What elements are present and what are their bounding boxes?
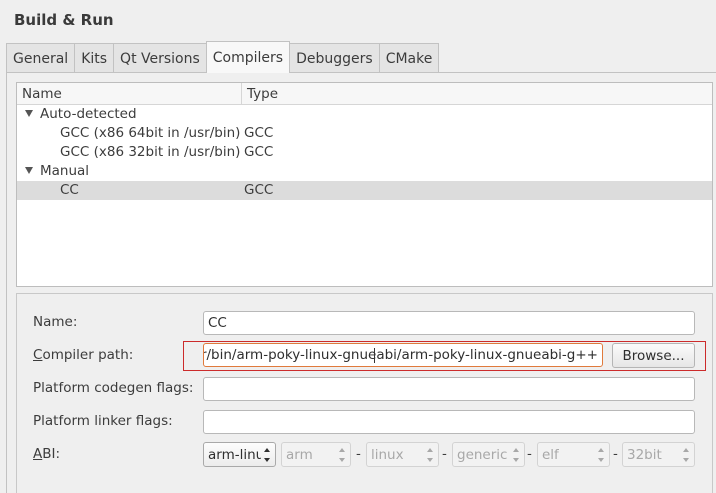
abi-label-text: BI:: [42, 446, 61, 462]
spin-arrows-icon: [598, 448, 605, 462]
compiler-path-value: /usr/bin/arm-poky-linux-gnueabi/arm-poky…: [203, 347, 598, 363]
abi-flavor-value: generic: [457, 446, 508, 463]
text-cursor: [374, 348, 375, 363]
abi-flavor-combo[interactable]: generic: [452, 442, 525, 467]
abi-separator: -: [527, 446, 532, 462]
compiler-tree[interactable]: Name Type Auto-detected GCC (x86 64bit i…: [16, 82, 713, 287]
abi-preset-value: arm-linux-generic-elf-32bit: [208, 446, 261, 463]
spin-arrows-icon: [513, 448, 520, 462]
abi-architecture-combo[interactable]: arm: [281, 442, 351, 467]
abi-preset-combo[interactable]: arm-linux-generic-elf-32bit: [203, 442, 276, 467]
tree-row-type: GCC: [244, 182, 274, 198]
expand-arrow-icon[interactable]: [25, 110, 33, 117]
tree-row[interactable]: GCC (x86 64bit in /usr/bin) GCC: [17, 124, 712, 143]
tab-kits[interactable]: Kits: [74, 43, 114, 73]
tree-row-name: Manual: [40, 163, 90, 179]
spin-arrows-icon: [427, 448, 434, 462]
tree-group-manual[interactable]: Manual: [17, 162, 712, 181]
linker-flags-field[interactable]: [203, 410, 695, 434]
abi-label: ABI:: [33, 446, 60, 462]
compiler-path-label: Compiler path:: [33, 347, 133, 363]
tree-row-name: CC: [60, 182, 79, 198]
linker-flags-label: Platform linker flags:: [33, 413, 173, 429]
mnemonic-letter: A: [33, 446, 43, 462]
tree-row-name: GCC (x86 64bit in /usr/bin): [60, 125, 241, 141]
codegen-flags-field[interactable]: [203, 377, 695, 401]
abi-os-combo[interactable]: linux: [366, 442, 439, 467]
tree-row-name: Auto-detected: [40, 106, 137, 122]
abi-format-value: elf: [542, 446, 559, 463]
tab-cmake[interactable]: CMake: [378, 43, 440, 73]
abi-separator: -: [356, 446, 361, 462]
expand-arrow-icon[interactable]: [25, 167, 33, 174]
tree-row-type: GCC: [244, 144, 274, 160]
browse-button[interactable]: Browse...: [612, 343, 695, 368]
compiler-path-label-text: ompiler path:: [42, 347, 134, 363]
tab-debuggers[interactable]: Debuggers: [290, 43, 379, 73]
spin-arrows-icon: [264, 448, 271, 462]
tab-bar: General Kits Qt Versions Compilers Debug…: [6, 41, 440, 73]
tab-compilers[interactable]: Compilers: [205, 41, 291, 73]
tab-qt-versions[interactable]: Qt Versions: [113, 43, 206, 73]
column-header-name[interactable]: Name: [17, 83, 242, 105]
abi-separator: -: [613, 446, 618, 462]
name-label: Name:: [33, 314, 78, 330]
tab-general[interactable]: General: [6, 43, 75, 73]
abi-os-value: linux: [371, 446, 404, 463]
tree-row[interactable]: GCC (x86 32bit in /usr/bin) GCC: [17, 143, 712, 162]
tree-row-type: GCC: [244, 125, 274, 141]
spin-arrows-icon: [683, 448, 690, 462]
page-title: Build & Run: [14, 11, 114, 29]
codegen-flags-label: Platform codegen flags:: [33, 380, 194, 396]
abi-width-combo[interactable]: 32bit: [622, 442, 695, 467]
tree-header: Name Type: [17, 83, 712, 105]
abi-architecture-value: arm: [286, 446, 313, 463]
column-header-type[interactable]: Type: [242, 83, 712, 105]
name-field[interactable]: CC: [203, 311, 695, 335]
tree-row-selected[interactable]: CC GCC: [17, 181, 712, 200]
abi-separator: -: [442, 446, 447, 462]
compiler-path-field[interactable]: /usr/bin/arm-poky-linux-gnueabi/arm-poky…: [203, 343, 603, 367]
abi-format-combo[interactable]: elf: [537, 442, 610, 467]
tree-row-name: GCC (x86 32bit in /usr/bin): [60, 144, 241, 160]
abi-width-value: 32bit: [627, 446, 662, 463]
spin-arrows-icon: [339, 448, 346, 462]
tree-group-auto-detected[interactable]: Auto-detected: [17, 105, 712, 124]
